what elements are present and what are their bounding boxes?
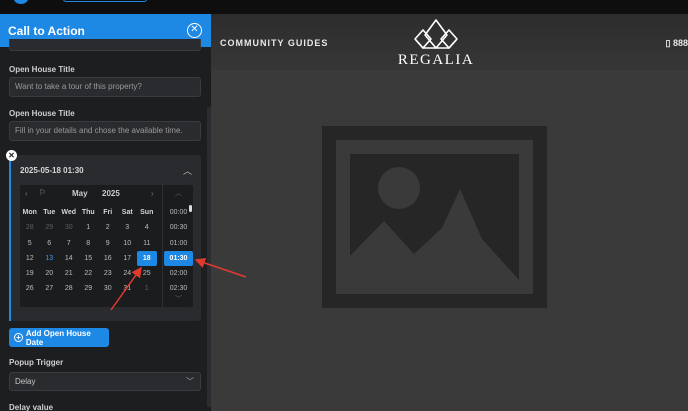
calendar-day[interactable]: 1 xyxy=(137,281,157,296)
weekday-label: Mon xyxy=(22,209,37,216)
crown-logo-icon xyxy=(414,19,458,49)
open-house-subtitle-label: Open House Title xyxy=(9,109,75,118)
weekday-label: Tue xyxy=(43,209,56,216)
open-house-date-card: ✕ 2025-05-18 01:30 ︿ ‹ ⚐ May 2025 › Mon T… xyxy=(6,150,201,321)
calendar-day[interactable]: 12 xyxy=(20,251,40,266)
time-option[interactable]: 02:00 xyxy=(163,266,194,281)
image-placeholder-icon xyxy=(322,126,547,308)
datetime-picker: ‹ ⚐ May 2025 › Mon Tue Wed Thu Fri Sat Sun 28 29… xyxy=(20,185,193,307)
weekday-label: Fri xyxy=(103,209,113,216)
calendar-day[interactable]: 17 xyxy=(118,251,138,266)
weekday-label: Wed xyxy=(61,209,77,216)
calendar-nav: ‹ ⚐ May 2025 › xyxy=(20,185,161,203)
add-open-house-date-label: Add Open House Date xyxy=(25,328,91,347)
calendar-day[interactable]: 30 xyxy=(98,281,118,296)
calendar-week-row: 19 20 21 22 23 24 25 xyxy=(20,266,161,281)
calendar-day-selected[interactable]: 18 xyxy=(137,250,157,267)
calendar-day[interactable]: 23 xyxy=(98,266,118,281)
calendar-day[interactable]: 29 xyxy=(79,281,99,296)
time-column: ︿ 00:00 00:30 01:00 01:30 02:00 02:30 ﹀ xyxy=(162,185,193,307)
calendar-day[interactable]: 5 xyxy=(20,236,40,251)
date-value[interactable]: 2025-05-18 01:30 xyxy=(20,166,84,175)
time-option-selected[interactable]: 01:30 xyxy=(164,250,193,267)
calendar-day[interactable]: 27 xyxy=(40,281,60,296)
chevron-up-icon[interactable]: ︿ xyxy=(183,164,192,177)
calendar-day[interactable]: 19 xyxy=(20,266,40,281)
cta-panel: Call to Action ✕ Open House Title Want t… xyxy=(0,14,211,411)
logo-text: REGALIA xyxy=(397,52,475,68)
calendar-year[interactable]: 2025 xyxy=(102,189,120,198)
calendar-month[interactable]: May xyxy=(72,189,88,198)
time-down-icon[interactable]: ﹀ xyxy=(175,294,182,304)
calendar-day[interactable]: 28 xyxy=(20,220,40,235)
calendar-grid: Mon Tue Wed Thu Fri Sat Sun 28 29 30 1 2 3 4 5 6 7 8 9 10 11… xyxy=(20,205,161,297)
time-option[interactable]: 01:00 xyxy=(163,236,194,251)
calendar-day[interactable]: 20 xyxy=(40,266,60,281)
close-icon[interactable]: ✕ xyxy=(187,23,202,38)
calendar-week-row: 12 13 14 15 16 17 18 xyxy=(20,250,161,267)
phone-number[interactable]: ▯ 888 xyxy=(666,38,688,49)
prev-month-icon[interactable]: ‹ xyxy=(25,189,28,198)
site-header: COMMUNITY GUIDES REGALIA ▯ 888 xyxy=(211,14,688,70)
next-month-icon[interactable]: › xyxy=(151,189,154,198)
time-scrollbar[interactable] xyxy=(189,205,192,212)
weekday-label: Sat xyxy=(121,209,133,216)
calendar-day[interactable]: 15 xyxy=(79,251,99,266)
calendar-day[interactable]: 11 xyxy=(137,236,157,251)
calendar-day[interactable]: 16 xyxy=(98,251,118,266)
plus-circle-icon: + xyxy=(14,333,23,342)
add-open-house-date-button[interactable]: + Add Open House Date xyxy=(9,328,109,347)
calendar-day[interactable]: 29 xyxy=(40,220,60,235)
calendar-day[interactable]: 28 xyxy=(59,281,79,296)
calendar-day[interactable]: 24 xyxy=(118,266,138,281)
time-list: 00:00 00:30 01:00 01:30 02:00 02:30 xyxy=(163,205,194,297)
chevron-down-icon: ﹀ xyxy=(186,377,194,386)
calendar-day[interactable]: 1 xyxy=(79,220,99,235)
top-strip xyxy=(0,0,688,14)
calendar-day[interactable]: 6 xyxy=(40,236,60,251)
time-option[interactable]: 00:30 xyxy=(163,220,194,235)
regalia-logo[interactable]: REGALIA xyxy=(391,18,481,70)
calendar-week-row: 28 29 30 1 2 3 4 xyxy=(20,220,161,235)
popup-trigger-select[interactable]: Delay ﹀ xyxy=(9,372,201,391)
flag-icon[interactable]: ⚐ xyxy=(39,188,46,197)
popup-trigger-value: Delay xyxy=(15,377,36,386)
calendar-day[interactable]: 4 xyxy=(137,220,157,235)
delay-value-label: Delay value xyxy=(9,403,54,411)
calendar-day[interactable]: 31 xyxy=(118,281,138,296)
weekday-label: Thu xyxy=(81,209,95,216)
calendar-day[interactable]: 10 xyxy=(118,236,138,251)
popup-trigger-label: Popup Trigger xyxy=(9,358,64,367)
calendar-day[interactable]: 30 xyxy=(59,220,79,235)
calendar-day[interactable]: 26 xyxy=(20,281,40,296)
open-house-title-label: Open House Title xyxy=(9,65,75,74)
calendar-day[interactable]: 9 xyxy=(98,236,118,251)
open-house-subtitle-input[interactable]: Fill in your details and chose the avail… xyxy=(9,121,201,141)
calendar-day[interactable]: 21 xyxy=(59,266,79,281)
calendar-day[interactable]: 7 xyxy=(59,236,79,251)
panel-title: Call to Action xyxy=(8,23,85,38)
calendar-day[interactable]: 2 xyxy=(98,220,118,235)
calendar-day[interactable]: 13 xyxy=(40,251,60,266)
site-preview: COMMUNITY GUIDES REGALIA ▯ 888 xyxy=(211,14,688,411)
calendar-week-row: 26 27 28 29 30 31 1 xyxy=(20,281,161,296)
calendar-week-row: 5 6 7 8 9 10 11 xyxy=(20,236,161,251)
calendar-day[interactable]: 3 xyxy=(118,220,138,235)
calendar-day[interactable]: 22 xyxy=(79,266,99,281)
previous-field-input[interactable] xyxy=(9,39,201,51)
panel-body: Open House Title Want to take a tour of … xyxy=(0,39,211,411)
calendar-day[interactable]: 25 xyxy=(137,266,157,281)
weekday-header-row: Mon Tue Wed Thu Fri Sat Sun xyxy=(20,205,161,220)
time-up-icon[interactable]: ︿ xyxy=(175,188,182,198)
remove-date-icon[interactable]: ✕ xyxy=(6,150,17,161)
weekday-label: Sun xyxy=(140,209,154,216)
top-tab[interactable] xyxy=(63,0,147,2)
calendar-day[interactable]: 14 xyxy=(59,251,79,266)
calendar-day[interactable]: 8 xyxy=(79,236,99,251)
community-guides-link[interactable]: COMMUNITY GUIDES xyxy=(220,38,328,48)
avatar-icon[interactable] xyxy=(14,0,28,4)
open-house-title-input[interactable]: Want to take a tour of this property? xyxy=(9,77,201,97)
